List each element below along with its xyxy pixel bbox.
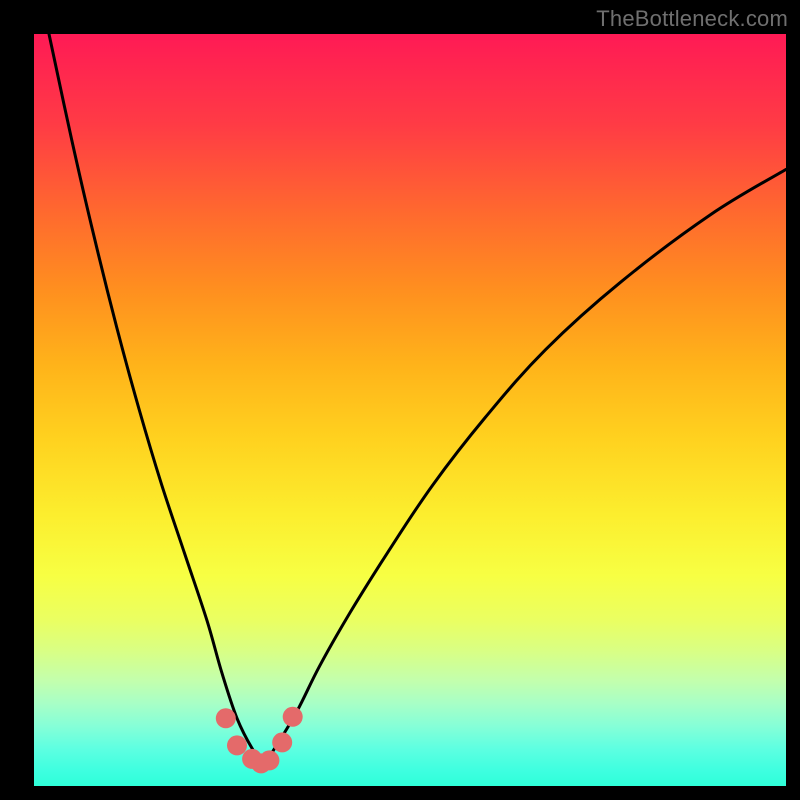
marker-dot: [283, 707, 303, 727]
bottleneck-curve: [49, 34, 786, 763]
figure-frame: TheBottleneck.com: [0, 0, 800, 800]
marker-dot: [227, 735, 247, 755]
chart-svg: [34, 34, 786, 786]
watermark-label: TheBottleneck.com: [596, 6, 788, 32]
marker-dot: [259, 750, 279, 770]
marker-dot: [272, 732, 292, 752]
curve-markers: [216, 707, 303, 774]
plot-area: [34, 34, 786, 786]
marker-dot: [216, 708, 236, 728]
